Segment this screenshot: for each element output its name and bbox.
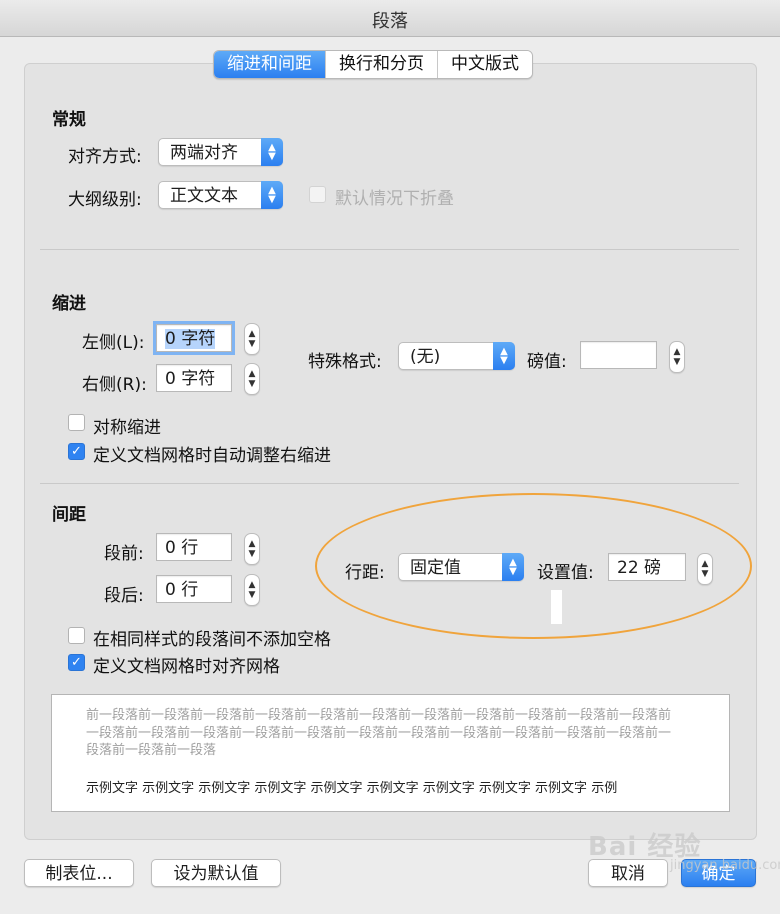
auto-adjust-label: 定义文档网格时自动调整右缩进 xyxy=(93,446,331,466)
tab-line-page-breaks[interactable]: 换行和分页 xyxy=(325,51,437,78)
cancel-button[interactable]: 取消 xyxy=(588,859,668,887)
no-space-same-style-label: 在相同样式的段落间不添加空格 xyxy=(93,630,331,650)
spacing-heading: 间距 xyxy=(52,505,86,525)
preview-sample-text: 示例文字 示例文字 示例文字 示例文字 示例文字 示例文字 示例文字 示例文字 … xyxy=(86,781,618,796)
watermark-url: jingyan.baidu.com xyxy=(670,858,780,873)
mirror-indent-label: 对称缩进 xyxy=(93,418,161,438)
checkmark-icon: ✓ xyxy=(71,444,82,459)
tabs-button[interactable]: 制表位... xyxy=(24,859,134,887)
outline-level-label: 大纲级别: xyxy=(68,190,142,210)
right-indent-field[interactable]: 0 字符 xyxy=(156,364,232,392)
special-format-label: 特殊格式: xyxy=(308,352,382,372)
left-indent-value: 0 字符 xyxy=(165,329,216,349)
indent-heading: 缩进 xyxy=(52,294,86,314)
preview-previous-paragraph: 前一段落前一段落前一段落前一段落前一段落前一段落前一段落前一段落前一段落前一段落… xyxy=(86,708,672,758)
left-indent-field[interactable]: 0 字符 xyxy=(153,321,235,355)
checkmark-icon: ✓ xyxy=(71,655,82,670)
popup-arrows-icon: ▲ ▼ xyxy=(493,342,515,370)
after-label: 段后: xyxy=(104,586,144,606)
left-indent-label: 左侧(L): xyxy=(82,333,145,353)
by-stepper[interactable]: ▲ ▼ xyxy=(669,341,685,373)
window-title: 段落 xyxy=(372,11,408,32)
collapse-checkbox[interactable] xyxy=(309,186,326,203)
preview-box: 前一段落前一段落前一段落前一段落前一段落前一段落前一段落前一段落前一段落前一段落… xyxy=(51,694,730,812)
divider xyxy=(40,249,739,250)
snap-grid-checkbox[interactable]: ✓ xyxy=(68,654,85,671)
by-field[interactable] xyxy=(580,341,657,369)
alignment-label: 对齐方式: xyxy=(68,147,142,167)
popup-arrows-icon: ▲ ▼ xyxy=(261,181,283,209)
before-field[interactable]: 0 行 xyxy=(156,533,232,561)
popup-arrows-icon: ▲ ▼ xyxy=(261,138,283,166)
outline-level-popup[interactable]: 正文文本 ▲ ▼ xyxy=(158,181,283,209)
after-stepper[interactable]: ▲ ▼ xyxy=(244,574,260,606)
divider xyxy=(40,483,739,484)
before-label: 段前: xyxy=(104,544,144,564)
right-indent-label: 右侧(R): xyxy=(82,375,147,395)
collapse-label: 默认情况下折叠 xyxy=(335,189,454,209)
auto-adjust-checkbox[interactable]: ✓ xyxy=(68,443,85,460)
special-format-popup[interactable]: (无) ▲ ▼ xyxy=(398,342,515,370)
tab-bar: 缩进和间距 换行和分页 中文版式 xyxy=(213,50,533,79)
before-stepper[interactable]: ▲ ▼ xyxy=(244,533,260,565)
general-heading: 常规 xyxy=(52,110,86,130)
left-indent-stepper[interactable]: ▲ ▼ xyxy=(244,323,260,355)
no-space-same-style-checkbox[interactable] xyxy=(68,627,85,644)
snap-grid-label: 定义文档网格时对齐网格 xyxy=(93,657,280,677)
set-default-button[interactable]: 设为默认值 xyxy=(151,859,281,887)
after-field[interactable]: 0 行 xyxy=(156,575,232,603)
alignment-popup[interactable]: 两端对齐 ▲ ▼ xyxy=(158,138,283,166)
alignment-value: 两端对齐 xyxy=(170,143,238,163)
annotation-oval xyxy=(315,493,752,639)
right-indent-stepper[interactable]: ▲ ▼ xyxy=(244,363,260,395)
tab-asian-typography[interactable]: 中文版式 xyxy=(437,51,532,78)
by-label: 磅值: xyxy=(527,352,567,372)
special-format-value: (无) xyxy=(410,347,441,367)
outline-level-value: 正文文本 xyxy=(170,186,238,206)
mirror-indent-checkbox[interactable] xyxy=(68,414,85,431)
tab-indents-spacing[interactable]: 缩进和间距 xyxy=(214,51,325,78)
